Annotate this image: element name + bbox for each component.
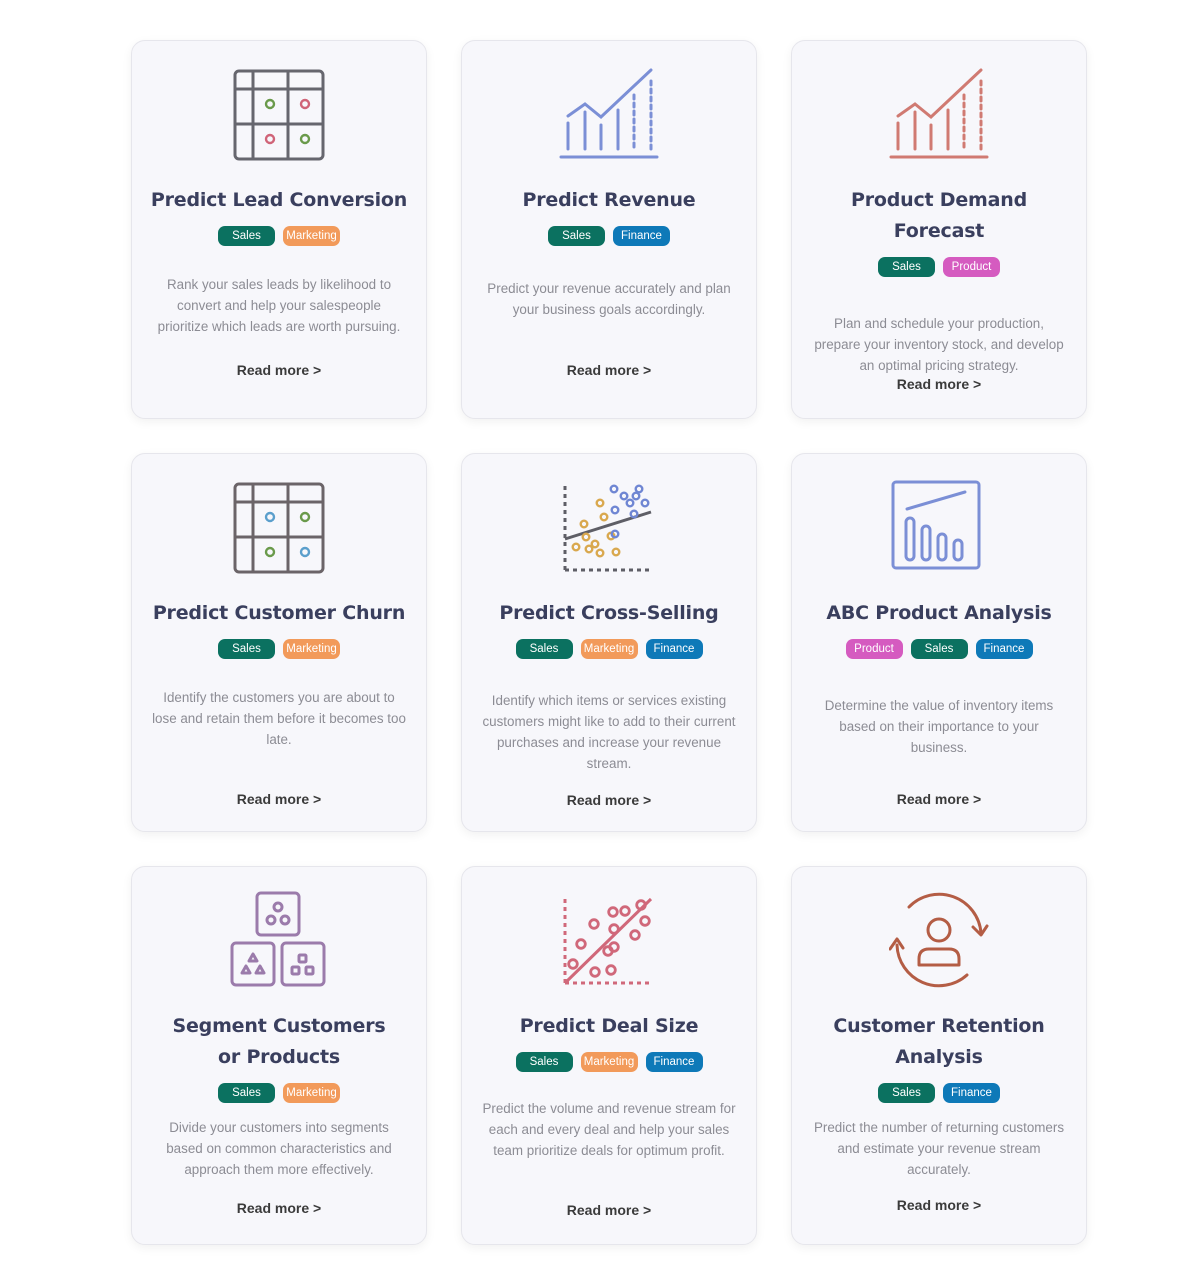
card-description: Predict your revenue accurately and plan… <box>487 281 731 317</box>
lead-matrix-icon <box>233 69 325 161</box>
card-description: Rank your sales leads by likelihood to c… <box>157 277 401 334</box>
card-abc-product-analysis: ABC Product Analysis Product Sales Finan… <box>791 453 1087 832</box>
tag-sales: Sales <box>878 1083 935 1103</box>
abc-bars-icon <box>891 480 981 570</box>
read-more-link[interactable]: Read more > <box>567 1202 651 1218</box>
card-customer-retention-analysis: Customer Retention Analysis Sales Financ… <box>791 866 1087 1245</box>
card-title: Predict Lead Conversion <box>150 189 408 211</box>
segment-blocks-icon <box>230 891 326 987</box>
tag-sales: Sales <box>910 639 968 659</box>
card-predict-customer-churn: Predict Customer Churn Sales Marketing I… <box>131 453 427 832</box>
solutions-grid: Predict Lead Conversion Sales Marketing … <box>131 40 1087 1245</box>
tag-finance: Finance <box>645 1052 703 1072</box>
card-description: Predict the volume and revenue stream fo… <box>482 1101 736 1158</box>
tag-list: Sales Product <box>878 257 1000 277</box>
read-more-link[interactable]: Read more > <box>567 362 651 378</box>
tag-finance: Finance <box>975 639 1033 659</box>
card-title: Predict Cross-Selling <box>499 602 719 624</box>
card-description: Plan and schedule your production, prepa… <box>814 316 1064 373</box>
tag-sales: Sales <box>515 1052 573 1072</box>
tag-sales: Sales <box>515 639 573 659</box>
read-more-link[interactable]: Read more > <box>567 792 651 808</box>
tag-list: Sales Finance <box>548 226 670 246</box>
revenue-chart-icon <box>559 68 659 159</box>
tag-list: Product Sales Finance <box>845 639 1033 659</box>
demand-chart-icon <box>889 68 989 159</box>
tag-list: Sales Marketing Finance <box>515 639 703 659</box>
tag-sales: Sales <box>218 1083 275 1103</box>
tag-finance: Finance <box>613 226 670 246</box>
tag-finance: Finance <box>645 639 703 659</box>
card-title: Predict Deal Size <box>519 1015 699 1037</box>
read-more-link[interactable]: Read more > <box>897 1197 981 1213</box>
tag-marketing: Marketing <box>580 1052 638 1072</box>
card-title: Product Demand Forecast <box>850 189 1028 242</box>
churn-matrix-icon <box>233 482 325 574</box>
card-title: Predict Customer Churn <box>152 602 406 624</box>
card-title: ABC Product Analysis <box>826 602 1052 624</box>
tag-marketing: Marketing <box>580 639 638 659</box>
card-predict-lead-conversion: Predict Lead Conversion Sales Marketing … <box>131 40 427 419</box>
read-more-link[interactable]: Read more > <box>897 376 981 392</box>
tag-finance: Finance <box>943 1083 1000 1103</box>
card-segment-customers: Segment Customers or Products Sales Mark… <box>131 866 427 1245</box>
scatter-regression-icon <box>563 484 653 572</box>
tag-list: Sales Finance <box>878 1083 1000 1103</box>
tag-product: Product <box>943 257 1000 277</box>
tag-sales: Sales <box>878 257 935 277</box>
tag-list: Sales Marketing Finance <box>515 1052 703 1072</box>
read-more-link[interactable]: Read more > <box>897 791 981 807</box>
card-product-demand-forecast: Product Demand Forecast Sales Product Pl… <box>791 40 1087 419</box>
card-title: Segment Customers or Products <box>172 1015 386 1068</box>
tag-product: Product <box>845 639 903 659</box>
card-description: Predict the number of returning customer… <box>813 1120 1065 1177</box>
card-description: Identify which items or services existin… <box>482 693 736 771</box>
card-predict-revenue: Predict Revenue Sales Finance Predict yo… <box>461 40 757 419</box>
tag-marketing: Marketing <box>283 639 340 659</box>
tag-sales: Sales <box>548 226 605 246</box>
card-title: Customer Retention Analysis <box>833 1015 1045 1068</box>
card-description: Divide your customers into segments base… <box>166 1120 392 1177</box>
tag-list: Sales Marketing <box>218 639 340 659</box>
tag-sales: Sales <box>218 226 275 246</box>
read-more-link[interactable]: Read more > <box>237 791 321 807</box>
tag-sales: Sales <box>218 639 275 659</box>
customer-retention-icon <box>889 892 989 988</box>
card-title: Predict Revenue <box>522 189 696 211</box>
card-description: Identify the customers you are about to … <box>152 690 406 747</box>
tag-marketing: Marketing <box>283 226 340 246</box>
tag-list: Sales Marketing <box>218 1083 340 1103</box>
card-predict-deal-size: Predict Deal Size Sales Marketing Financ… <box>461 866 757 1245</box>
tag-list: Sales Marketing <box>218 226 340 246</box>
card-predict-cross-selling: Predict Cross-Selling Sales Marketing Fi… <box>461 453 757 832</box>
tag-marketing: Marketing <box>283 1083 340 1103</box>
card-description: Determine the value of inventory items b… <box>824 698 1054 755</box>
read-more-link[interactable]: Read more > <box>237 362 321 378</box>
read-more-link[interactable]: Read more > <box>237 1200 321 1216</box>
deal-scatter-icon <box>563 897 653 985</box>
